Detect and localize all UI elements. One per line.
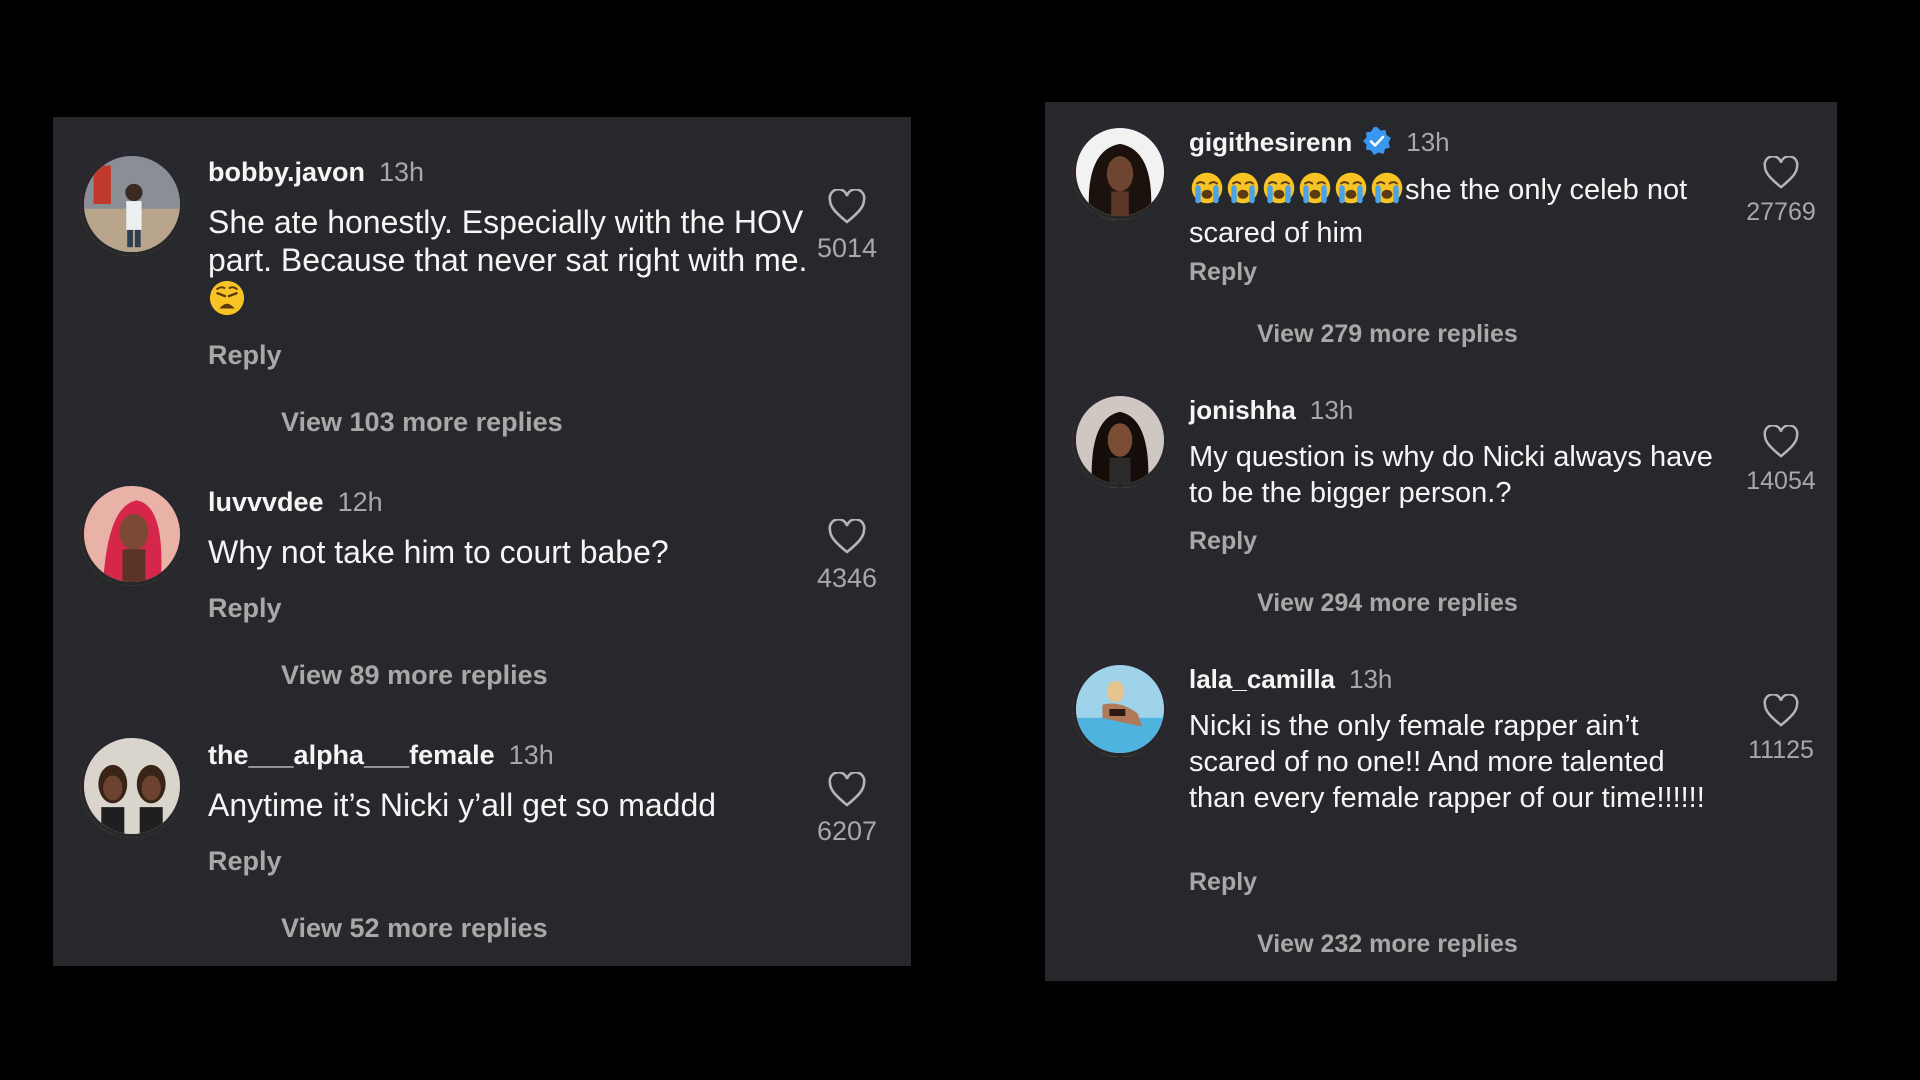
heart-outline-icon[interactable] xyxy=(1762,694,1800,728)
avatar[interactable] xyxy=(1072,392,1168,488)
timestamp: 13h xyxy=(1349,664,1393,694)
loudly-crying-face-emoji xyxy=(1189,170,1225,215)
weary-face-emoji xyxy=(208,279,246,325)
view-replies-button[interactable]: View 103 more replies xyxy=(281,407,563,438)
comment-text: Anytime it’s Nicki y’all get so maddd xyxy=(208,787,717,823)
view-replies-button[interactable]: View 294 more replies xyxy=(1257,589,1518,618)
comment-text: My question is why do Nicki always have … xyxy=(1189,441,1713,509)
like-count: 5014 xyxy=(816,233,878,263)
loudly-crying-face-emoji xyxy=(1333,170,1369,215)
loudly-crying-face-emoji xyxy=(1297,170,1333,215)
comment-meta: bobby.javon 13h xyxy=(208,157,424,188)
avatar-photo xyxy=(84,738,180,834)
comment-text: Why not take him to court babe? xyxy=(208,534,669,570)
reply-button[interactable]: Reply xyxy=(1189,258,1257,287)
reply-button[interactable]: Reply xyxy=(208,593,282,624)
comment-meta: the___alpha___female 13h xyxy=(208,740,554,771)
avatar-photo xyxy=(1076,665,1164,753)
username[interactable]: the___alpha___female xyxy=(208,740,495,770)
heart-outline-icon[interactable] xyxy=(827,519,867,555)
like-count: 14054 xyxy=(1746,467,1816,495)
like-button[interactable]: 6207 xyxy=(799,772,895,847)
comment-meta: luvvvdee 12h xyxy=(208,487,383,518)
like-count: 6207 xyxy=(816,816,878,846)
view-replies-button[interactable]: View 279 more replies xyxy=(1257,320,1518,349)
comment-meta: lala_camilla 13h xyxy=(1189,664,1392,695)
heart-outline-icon[interactable] xyxy=(827,772,867,808)
like-button[interactable]: 11125 xyxy=(1733,694,1829,765)
crying-emoji-group xyxy=(1189,172,1405,206)
reply-button[interactable]: Reply xyxy=(1189,868,1257,897)
loudly-crying-face-emoji xyxy=(1369,170,1405,215)
comment-text: She ate honestly. Especially with the HO… xyxy=(208,203,808,325)
heart-outline-icon[interactable] xyxy=(827,189,867,225)
timestamp: 13h xyxy=(508,740,554,770)
loudly-crying-face-emoji xyxy=(1225,170,1261,215)
comments-panel-left: bobby.javon 13h She ate honestly. Especia… xyxy=(53,117,911,966)
username[interactable]: gigithesirenn xyxy=(1189,127,1352,157)
avatar[interactable] xyxy=(80,482,184,586)
avatar[interactable] xyxy=(80,152,184,256)
reply-button[interactable]: Reply xyxy=(208,846,282,877)
username[interactable]: luvvvdee xyxy=(208,487,324,517)
avatar-photo xyxy=(84,486,180,582)
comment-text: she the only celeb not scared of him xyxy=(1189,170,1729,251)
like-count: 4346 xyxy=(816,563,878,593)
view-replies-button[interactable]: View 89 more replies xyxy=(281,660,548,691)
like-count: 11125 xyxy=(1748,736,1814,764)
comments-panel-right: gigithesirenn 13h she the only celeb not … xyxy=(1045,102,1837,981)
avatar[interactable] xyxy=(1072,124,1168,220)
timestamp: 13h xyxy=(1309,395,1354,425)
username[interactable]: jonishha xyxy=(1189,395,1296,425)
like-button[interactable]: 27769 xyxy=(1733,156,1829,227)
loudly-crying-face-emoji xyxy=(1261,170,1297,215)
timestamp: 13h xyxy=(379,157,425,187)
comment-text: Nicki is the only female rapper ain’t sc… xyxy=(1189,710,1705,814)
comment-meta: gigithesirenn 13h xyxy=(1189,126,1450,158)
username[interactable]: lala_camilla xyxy=(1189,664,1335,694)
avatar-photo xyxy=(1076,128,1164,216)
avatar[interactable] xyxy=(1072,661,1168,757)
avatar[interactable] xyxy=(80,734,184,838)
heart-outline-icon[interactable] xyxy=(1762,156,1800,190)
avatar-photo xyxy=(1076,396,1164,484)
like-button[interactable]: 4346 xyxy=(799,519,895,594)
like-button[interactable]: 14054 xyxy=(1733,425,1829,496)
comment-meta: jonishha 13h xyxy=(1189,395,1353,426)
like-button[interactable]: 5014 xyxy=(799,189,895,264)
reply-button[interactable]: Reply xyxy=(1189,527,1257,556)
username[interactable]: bobby.javon xyxy=(208,157,365,187)
timestamp: 13h xyxy=(1406,127,1450,157)
timestamp: 12h xyxy=(337,487,383,517)
like-count: 27769 xyxy=(1746,198,1816,226)
avatar-photo xyxy=(84,156,180,252)
view-replies-button[interactable]: View 52 more replies xyxy=(281,913,548,944)
verified-badge-icon xyxy=(1363,127,1392,155)
reply-button[interactable]: Reply xyxy=(208,340,282,371)
heart-outline-icon[interactable] xyxy=(1762,425,1800,459)
view-replies-button[interactable]: View 232 more replies xyxy=(1257,930,1518,959)
